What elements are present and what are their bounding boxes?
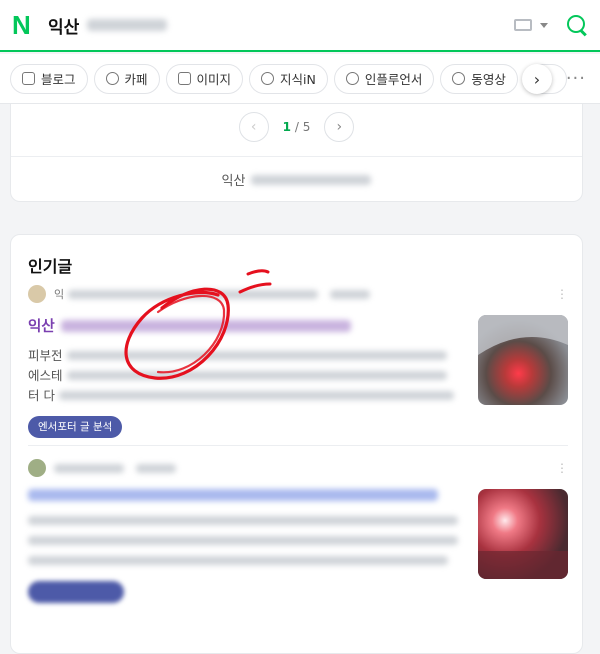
chevron-left-icon: ‹ bbox=[250, 119, 257, 135]
tabs-next-button[interactable]: › bbox=[522, 64, 552, 94]
tab-label: 동영상 bbox=[471, 72, 506, 87]
tab-cafe[interactable]: 카페 bbox=[93, 63, 160, 94]
search-tabs: 블로그 카페 이미지 지식iN 인플루언서 동영상 › ··· bbox=[0, 54, 600, 104]
post-author[interactable] bbox=[28, 459, 568, 477]
post-thumbnail[interactable] bbox=[478, 489, 568, 579]
blurred-author bbox=[54, 463, 124, 473]
cafe-icon bbox=[105, 72, 119, 85]
post-author[interactable]: 익 bbox=[28, 285, 568, 303]
keyboard-icon[interactable] bbox=[514, 19, 532, 31]
chevron-right-icon: › bbox=[533, 69, 541, 89]
avatar bbox=[28, 285, 46, 303]
kin-icon bbox=[261, 72, 275, 85]
post-item[interactable]: 익 ⋮ 익산 피부전 에스테 터 다 엔서포터 글 분석 bbox=[28, 285, 568, 438]
supporter-badge[interactable] bbox=[28, 581, 124, 603]
play-icon bbox=[452, 72, 466, 85]
search-query-text: 익산 bbox=[48, 17, 80, 38]
prev-page-button[interactable]: ‹ bbox=[238, 112, 269, 142]
blurred-title bbox=[60, 319, 351, 332]
post-snippet bbox=[28, 511, 468, 571]
pagination: ‹ 1 / 5 › bbox=[11, 112, 582, 142]
post-thumbnail[interactable] bbox=[478, 315, 568, 405]
snippet-line: 터 다 bbox=[28, 388, 55, 403]
more-icon[interactable]: ··· bbox=[566, 70, 586, 88]
chevron-right-icon: › bbox=[336, 119, 343, 135]
top-search-bar: N 익산 bbox=[0, 0, 600, 52]
search-query[interactable]: 익산 bbox=[48, 13, 168, 38]
chevron-down-icon[interactable] bbox=[540, 22, 548, 28]
blurred-date bbox=[330, 289, 371, 299]
tab-video[interactable]: 동영상 bbox=[440, 63, 518, 94]
post-item[interactable]: ⋮ bbox=[28, 459, 568, 607]
search-icon[interactable] bbox=[566, 14, 588, 36]
next-page-button[interactable]: › bbox=[324, 112, 355, 142]
snippet-line: 에스테 bbox=[28, 368, 63, 383]
snippet-line: 피부전 bbox=[28, 348, 63, 363]
tab-image[interactable]: 이미지 bbox=[165, 63, 244, 94]
tab-label: 인플루언서 bbox=[364, 72, 423, 87]
naver-logo[interactable]: N bbox=[12, 12, 36, 38]
person-icon bbox=[345, 72, 359, 85]
post-snippet: 피부전 에스테 터 다 bbox=[28, 346, 468, 406]
more-vertical-icon[interactable]: ⋮ bbox=[556, 461, 568, 475]
page-indicator: 1 / 5 bbox=[283, 120, 311, 134]
tab-influencer[interactable]: 인플루언서 bbox=[333, 63, 435, 94]
tab-kin[interactable]: 지식iN bbox=[249, 63, 328, 94]
thumbnail-image bbox=[478, 315, 568, 405]
blurred-link-text bbox=[251, 174, 372, 185]
results-card: ‹ 1 / 5 › 익산 bbox=[10, 104, 583, 202]
author-name: 익 bbox=[54, 288, 65, 301]
blurred-author bbox=[68, 289, 319, 299]
blurred-snippet bbox=[58, 391, 454, 400]
blurred-date bbox=[136, 463, 176, 473]
tab-label: 블로그 bbox=[41, 72, 76, 87]
blurred-snippet bbox=[28, 516, 458, 525]
post-title-prefix: 익산 bbox=[28, 319, 55, 335]
blurred-snippet bbox=[28, 556, 448, 565]
divider bbox=[11, 156, 582, 157]
more-link-prefix: 익산 bbox=[221, 174, 246, 189]
tab-label: 지식iN bbox=[280, 72, 316, 87]
popular-posts-card: 인기글 익 ⋮ 익산 피부전 에스테 터 다 엔서포터 글 분석 ⋮ bbox=[10, 234, 583, 654]
blurred-query-text bbox=[87, 19, 168, 31]
blog-icon bbox=[22, 72, 35, 85]
current-page: 1 bbox=[282, 120, 292, 134]
tab-blog[interactable]: 블로그 bbox=[10, 63, 88, 94]
blurred-snippet bbox=[28, 536, 458, 545]
blurred-snippet bbox=[66, 371, 447, 380]
more-vertical-icon[interactable]: ⋮ bbox=[556, 287, 568, 301]
avatar bbox=[28, 459, 46, 477]
supporter-badge[interactable]: 엔서포터 글 분석 bbox=[28, 416, 123, 438]
blurred-snippet bbox=[66, 351, 447, 360]
thumbnail-image bbox=[478, 489, 568, 579]
divider bbox=[28, 445, 568, 446]
total-pages: / 5 bbox=[294, 120, 311, 134]
tab-label: 카페 bbox=[124, 72, 148, 87]
more-results-link[interactable]: 익산 bbox=[11, 170, 582, 189]
section-title: 인기글 bbox=[28, 257, 73, 276]
image-icon bbox=[177, 72, 191, 85]
tab-label: 이미지 bbox=[196, 72, 232, 87]
blurred-title bbox=[28, 489, 438, 501]
